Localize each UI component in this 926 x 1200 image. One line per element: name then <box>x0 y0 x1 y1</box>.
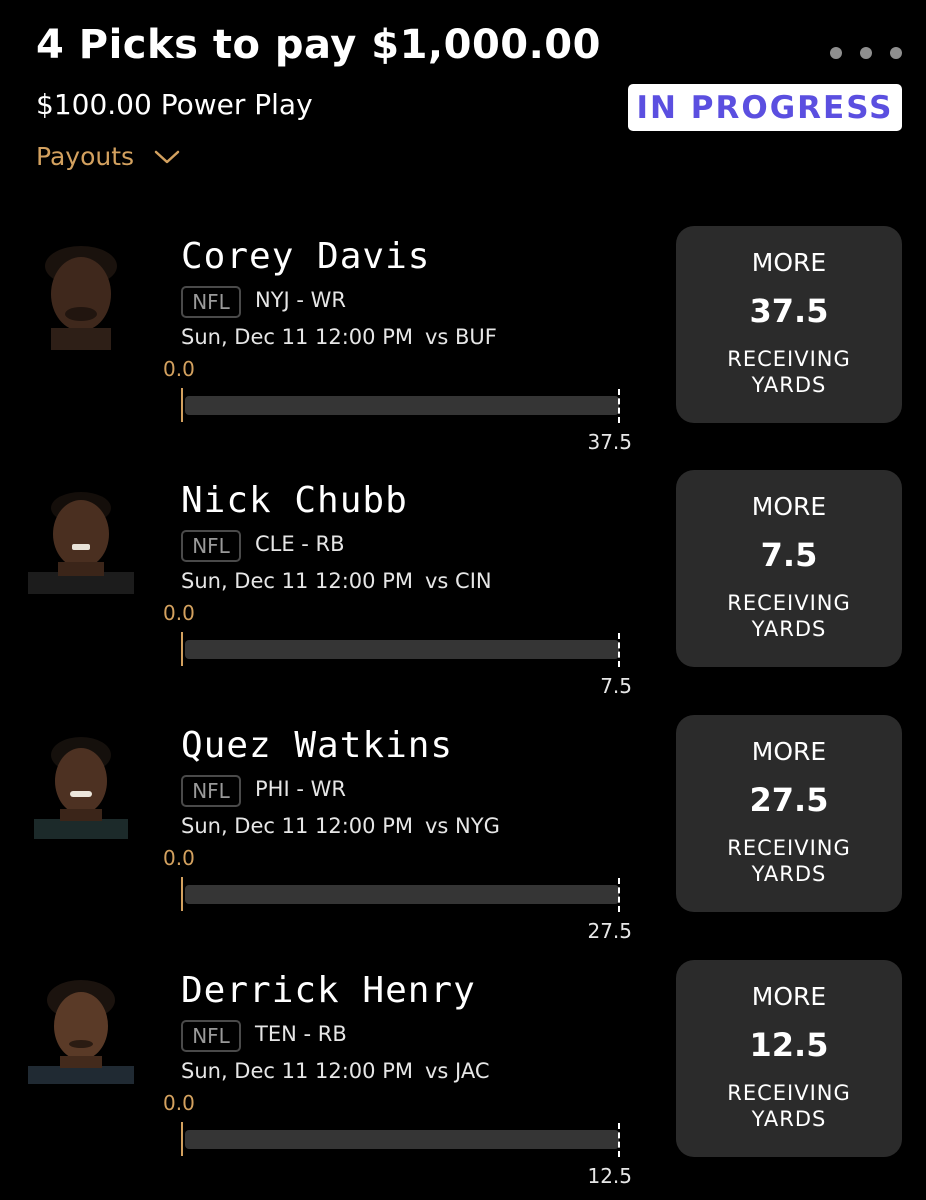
game-time: Sun, Dec 11 12:00 PM <box>181 1059 413 1083</box>
projection-card[interactable]: MORE 7.5 RECEIVING YARDS <box>676 470 902 667</box>
target-marker <box>618 389 620 423</box>
player-name: Nick Chubb <box>181 480 408 521</box>
target-value: 12.5 <box>587 1164 632 1188</box>
progress-start-marker <box>181 388 183 422</box>
player-headshot <box>28 488 134 594</box>
team-position: CLE - RB <box>255 532 345 556</box>
projection-card[interactable]: MORE 37.5 RECEIVING YARDS <box>676 226 902 423</box>
projection-stat: RECEIVING YARDS <box>727 347 851 397</box>
opponent: vs BUF <box>424 325 497 349</box>
game-info: Sun, Dec 11 12:00 PM vs BUF <box>181 325 497 349</box>
player-name: Quez Watkins <box>181 725 454 766</box>
pick-card: Corey Davis NFL NYJ - WR Sun, Dec 11 12:… <box>0 226 926 466</box>
projection-direction: MORE <box>751 248 827 277</box>
current-value: 0.0 <box>163 1091 195 1115</box>
target-value: 27.5 <box>587 919 632 943</box>
opponent: vs NYG <box>424 814 500 838</box>
progress-track <box>185 1130 619 1149</box>
projection-line: 12.5 <box>749 1026 829 1064</box>
projection-card[interactable]: MORE 12.5 RECEIVING YARDS <box>676 960 902 1157</box>
progress-start-marker <box>181 632 183 666</box>
league-badge: NFL <box>181 775 241 807</box>
current-value: 0.0 <box>163 601 195 625</box>
entry-title: 4 Picks to pay $1,000.00 <box>36 22 601 68</box>
target-marker <box>618 878 620 912</box>
projection-stat: RECEIVING YARDS <box>727 836 851 886</box>
payouts-label: Payouts <box>36 142 135 171</box>
game-info: Sun, Dec 11 12:00 PM vs NYG <box>181 814 500 838</box>
projection-line: 37.5 <box>749 292 829 330</box>
progress-start-marker <box>181 877 183 911</box>
player-headshot <box>28 244 134 350</box>
team-position: NYJ - WR <box>255 288 347 312</box>
opponent: vs CIN <box>424 569 492 593</box>
pick-card: Nick Chubb NFL CLE - RB Sun, Dec 11 12:0… <box>0 470 926 710</box>
status-badge: IN PROGRESS <box>628 84 902 131</box>
target-value: 7.5 <box>600 674 632 698</box>
more-dot <box>830 47 842 59</box>
game-time: Sun, Dec 11 12:00 PM <box>181 325 413 349</box>
projection-stat: RECEIVING YARDS <box>727 1081 851 1131</box>
progress-start-marker <box>181 1122 183 1156</box>
team-position: TEN - RB <box>255 1022 347 1046</box>
player-headshot <box>28 978 134 1084</box>
league-badge: NFL <box>181 1020 241 1052</box>
projection-direction: MORE <box>751 737 827 766</box>
player-headshot <box>28 733 134 839</box>
projection-stat: RECEIVING YARDS <box>727 591 851 641</box>
game-info: Sun, Dec 11 12:00 PM vs JAC <box>181 1059 490 1083</box>
projection-direction: MORE <box>751 982 827 1011</box>
projection-direction: MORE <box>751 492 827 521</box>
chevron-down-icon <box>154 150 180 163</box>
player-name: Derrick Henry <box>181 970 476 1011</box>
more-dot <box>890 47 902 59</box>
current-value: 0.0 <box>163 846 195 870</box>
league-badge: NFL <box>181 286 241 318</box>
team-position: PHI - WR <box>255 777 346 801</box>
progress-track <box>185 885 619 904</box>
player-name: Corey Davis <box>181 236 431 277</box>
projection-line: 7.5 <box>760 536 818 574</box>
more-dot <box>860 47 872 59</box>
entry-subtitle: $100.00 Power Play <box>36 88 313 121</box>
progress-track <box>185 396 619 415</box>
current-value: 0.0 <box>163 357 195 381</box>
game-info: Sun, Dec 11 12:00 PM vs CIN <box>181 569 492 593</box>
progress-track <box>185 640 619 659</box>
pick-card: Derrick Henry NFL TEN - RB Sun, Dec 11 1… <box>0 960 926 1200</box>
game-time: Sun, Dec 11 12:00 PM <box>181 814 413 838</box>
pick-card: Quez Watkins NFL PHI - WR Sun, Dec 11 12… <box>0 715 926 955</box>
opponent: vs JAC <box>424 1059 490 1083</box>
projection-line: 27.5 <box>749 781 829 819</box>
more-options-icon[interactable] <box>830 40 902 66</box>
target-marker <box>618 1123 620 1157</box>
payouts-toggle[interactable]: Payouts <box>36 142 180 171</box>
target-value: 37.5 <box>587 430 632 454</box>
target-marker <box>618 633 620 667</box>
league-badge: NFL <box>181 530 241 562</box>
projection-card[interactable]: MORE 27.5 RECEIVING YARDS <box>676 715 902 912</box>
game-time: Sun, Dec 11 12:00 PM <box>181 569 413 593</box>
